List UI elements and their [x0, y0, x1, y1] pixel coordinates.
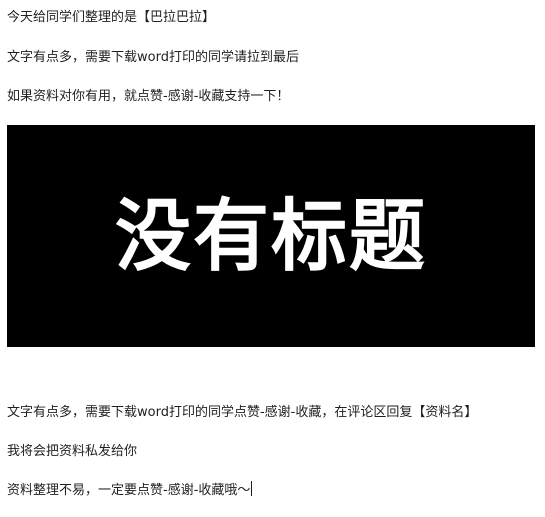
intro-paragraph: 今天给同学们整理的是【巴拉巴拉】 [7, 10, 216, 25]
comment-instruction-paragraph: 文字有点多，需要下载word打印的同学点赞-感谢-收藏，在评论区回复【资料名】 [7, 405, 478, 420]
closing-text: 资料整理不易，一定要点赞-感谢-收藏哦～ [7, 483, 251, 498]
text-cursor [251, 481, 253, 496]
banner-title: 没有标题 [115, 189, 427, 282]
download-note-paragraph: 文字有点多，需要下载word打印的同学请拉到最后 [7, 50, 299, 65]
private-message-paragraph: 我将会把资料私发给你 [7, 444, 138, 459]
title-banner-image: 没有标题 [7, 125, 535, 347]
support-request-paragraph: 如果资料对你有用，就点赞-感谢-收藏支持一下！ [7, 89, 290, 104]
closing-paragraph[interactable]: 资料整理不易，一定要点赞-感谢-收藏哦～ [7, 481, 253, 500]
